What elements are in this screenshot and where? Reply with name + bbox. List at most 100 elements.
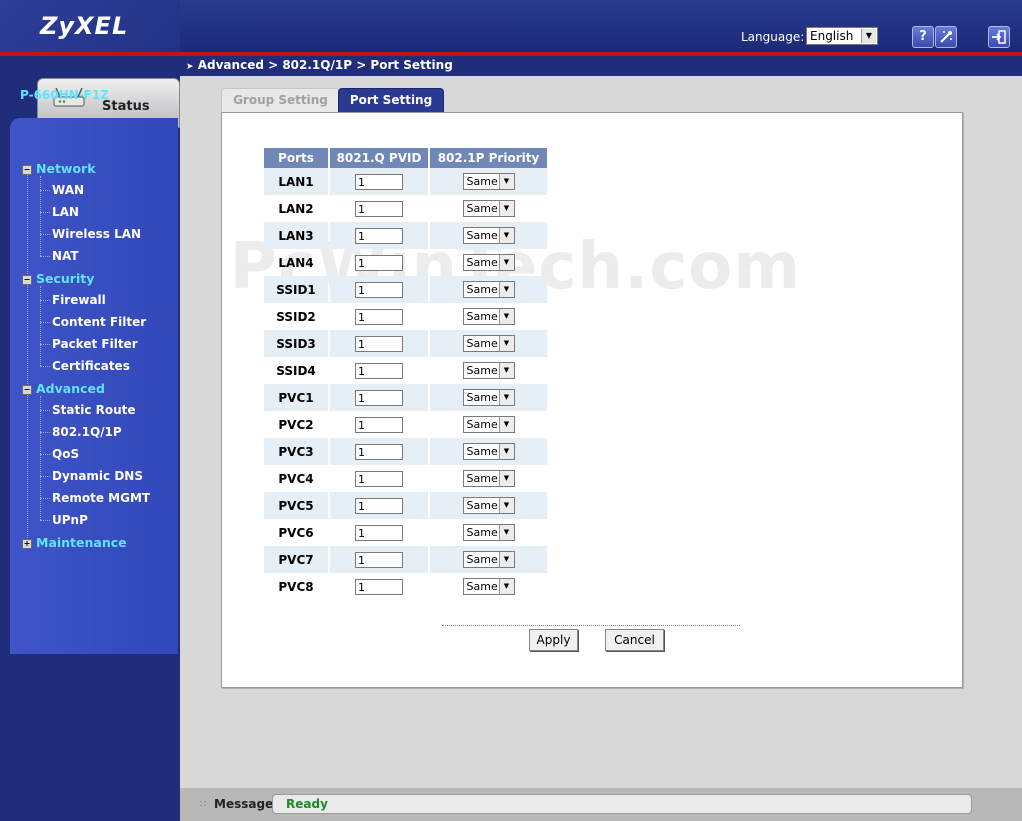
- chevron-down-icon: ▼: [498, 417, 514, 432]
- port-name: LAN3: [264, 222, 328, 249]
- nav-item-qos[interactable]: QoS: [52, 447, 79, 461]
- nav-item-packet-filter[interactable]: Packet Filter: [52, 337, 138, 351]
- table-row: SSID4 1 Same ▼: [264, 357, 547, 384]
- chevron-down-icon: ▼: [498, 444, 514, 459]
- priority-select[interactable]: Same ▼: [462, 200, 515, 217]
- chevron-down-icon: ▼: [861, 29, 876, 43]
- nav-item-wireless-lan[interactable]: Wireless LAN: [52, 227, 141, 241]
- brand-logo: ZyXEL: [0, 0, 180, 52]
- nav-item-firewall[interactable]: Firewall: [52, 293, 106, 307]
- wizard-icon[interactable]: [935, 26, 957, 48]
- pvid-input[interactable]: 1: [355, 524, 403, 541]
- nav-item-upnp[interactable]: UPnP: [52, 513, 88, 527]
- nav-item-content-filter[interactable]: Content Filter: [52, 315, 146, 329]
- chevron-down-icon: ▼: [498, 309, 514, 324]
- nav-item-lan[interactable]: LAN: [52, 205, 79, 219]
- language-select[interactable]: English ▼: [806, 27, 878, 45]
- port-name: PVC7: [264, 546, 328, 573]
- pvid-input[interactable]: 1: [355, 497, 403, 514]
- nav-item-remote-mgmt[interactable]: Remote MGMT: [52, 491, 150, 505]
- table-row: PVC7 1 Same ▼: [264, 546, 547, 573]
- nav-item-dynamic-dns[interactable]: Dynamic DNS: [52, 469, 143, 483]
- port-name: LAN2: [278, 201, 314, 216]
- nav-group-security[interactable]: − Security: [22, 271, 94, 286]
- port-name: SSID1: [264, 276, 328, 303]
- priority-select[interactable]: Same ▼: [462, 524, 515, 541]
- brand-name: ZyXEL: [40, 12, 129, 40]
- nav-group-network[interactable]: − Network: [22, 161, 96, 176]
- port-name: PVC6: [278, 525, 314, 540]
- breadcrumb-arrow-icon: ➤: [186, 62, 194, 72]
- chevron-down-icon: ▼: [498, 201, 514, 216]
- table-row: PVC1 1 Same ▼: [264, 384, 547, 411]
- pvid-input[interactable]: 1: [355, 227, 403, 244]
- nav-group-advanced[interactable]: − Advanced: [22, 381, 105, 396]
- help-icon[interactable]: ?: [912, 26, 934, 48]
- table-row: PVC6 1 Same ▼: [264, 519, 547, 546]
- priority-select[interactable]: Same ▼: [462, 254, 515, 271]
- divider: [442, 625, 740, 626]
- priority-select[interactable]: Same ▼: [462, 416, 515, 433]
- port-name: PVC1: [264, 384, 328, 411]
- chevron-down-icon: ▼: [498, 282, 514, 297]
- logout-icon[interactable]: [988, 26, 1010, 48]
- priority-select[interactable]: Same ▼: [462, 281, 515, 298]
- port-name: PVC8: [278, 579, 314, 594]
- language-label: Language:: [741, 30, 805, 44]
- collapse-icon: −: [22, 385, 32, 395]
- pvid-input[interactable]: 1: [355, 308, 403, 325]
- pvid-input[interactable]: 1: [355, 254, 403, 271]
- port-name: LAN1: [264, 168, 328, 195]
- port-settings-table: Ports 8021.Q PVID 802.1P Priority LAN1 1…: [262, 148, 549, 600]
- priority-select[interactable]: Same ▼: [462, 551, 515, 568]
- pvid-input[interactable]: 1: [355, 173, 403, 190]
- pvid-input[interactable]: 1: [355, 281, 403, 298]
- tree-line: [40, 176, 41, 256]
- chevron-down-icon: ▼: [498, 363, 514, 378]
- pvid-input[interactable]: 1: [355, 389, 403, 406]
- pvid-input[interactable]: 1: [355, 551, 403, 568]
- tab-port-setting[interactable]: Port Setting: [338, 88, 444, 113]
- pvid-input[interactable]: 1: [355, 416, 403, 433]
- port-name: LAN4: [278, 255, 314, 270]
- table-row: PVC8 1 Same ▼: [264, 573, 547, 600]
- port-name: SSID3: [264, 330, 328, 357]
- chevron-down-icon: ▼: [498, 228, 514, 243]
- chevron-down-icon: ▼: [498, 255, 514, 270]
- column-header-priority: 802.1P Priority: [430, 148, 547, 168]
- breadcrumb-text: Advanced > 802.1Q/1P > Port Setting: [197, 58, 453, 72]
- priority-select[interactable]: Same ▼: [462, 389, 515, 406]
- priority-select[interactable]: Same ▼: [462, 335, 515, 352]
- priority-select[interactable]: Same ▼: [462, 173, 515, 190]
- table-row: PVC4 1 Same ▼: [264, 465, 547, 492]
- chevron-down-icon: ▼: [498, 579, 514, 594]
- port-name: SSID4: [276, 363, 316, 378]
- table-row: SSID1 1 Same ▼: [264, 276, 547, 303]
- priority-select[interactable]: Same ▼: [462, 308, 515, 325]
- table-row: LAN2 1 Same ▼: [264, 195, 547, 222]
- nav-group-maintenance[interactable]: + Maintenance: [22, 535, 127, 550]
- pvid-input[interactable]: 1: [355, 470, 403, 487]
- port-name: PVC3: [264, 438, 328, 465]
- nav-item-certificates[interactable]: Certificates: [52, 359, 130, 373]
- pvid-input[interactable]: 1: [355, 200, 403, 217]
- priority-select[interactable]: Same ▼: [462, 362, 515, 379]
- priority-select[interactable]: Same ▼: [462, 578, 515, 595]
- message-label: Message: [214, 797, 274, 811]
- nav-item-nat[interactable]: NAT: [52, 249, 79, 263]
- nav-item-static-route[interactable]: Static Route: [52, 403, 136, 417]
- priority-select[interactable]: Same ▼: [462, 443, 515, 460]
- pvid-input[interactable]: 1: [355, 362, 403, 379]
- pvid-input[interactable]: 1: [355, 335, 403, 352]
- priority-select[interactable]: Same ▼: [462, 227, 515, 244]
- apply-button[interactable]: Apply: [529, 629, 578, 651]
- chevron-down-icon: ▼: [498, 471, 514, 486]
- pvid-input[interactable]: 1: [355, 578, 403, 595]
- cancel-button[interactable]: Cancel: [605, 629, 664, 651]
- nav-item-wan[interactable]: WAN: [52, 183, 84, 197]
- pvid-input[interactable]: 1: [355, 443, 403, 460]
- tab-group-setting[interactable]: Group Setting: [221, 88, 340, 113]
- nav-item-8021q-1p[interactable]: 802.1Q/1P: [52, 425, 122, 439]
- priority-select[interactable]: Same ▼: [462, 470, 515, 487]
- priority-select[interactable]: Same ▼: [462, 497, 515, 514]
